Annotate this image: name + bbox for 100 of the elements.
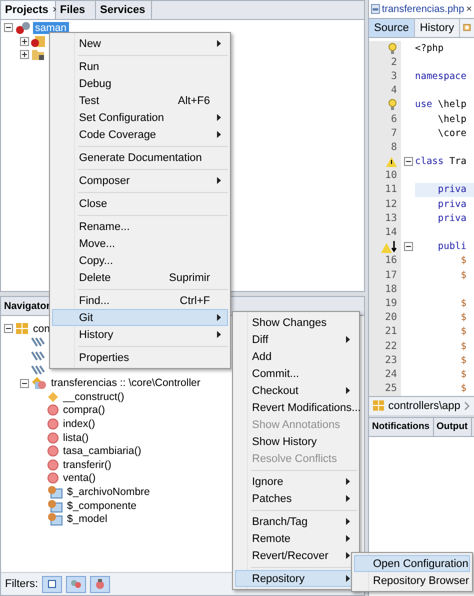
line-number: 12: [384, 198, 397, 210]
menu-item[interactable]: Composer: [52, 172, 228, 189]
circles-icon: [70, 579, 82, 589]
code-line: $: [460, 270, 466, 281]
code-line: $: [460, 312, 466, 324]
menu-item[interactable]: Debug: [52, 75, 228, 92]
menu-item[interactable]: Remote: [235, 530, 357, 547]
menu-item[interactable]: Diff: [235, 331, 357, 348]
namespace-icon: [373, 400, 384, 412]
php-file-icon: [371, 3, 380, 15]
tree-item[interactable]: $_componente: [65, 500, 138, 512]
menu-item[interactable]: Ignore: [235, 473, 357, 490]
menu-item[interactable]: Commit...: [235, 365, 357, 382]
line-number: 17: [384, 270, 397, 281]
folder-icon: [31, 48, 45, 62]
menu-item[interactable]: Git: [52, 309, 228, 326]
method-icon: [47, 445, 59, 458]
expand-icon[interactable]: [20, 36, 29, 46]
line-number: 11: [384, 184, 397, 196]
menu-item[interactable]: Patches: [235, 490, 357, 507]
menu-item[interactable]: Rename...: [52, 218, 228, 235]
line-number: 4: [390, 85, 397, 96]
line-number: 13: [384, 212, 397, 224]
menu-item[interactable]: Run: [52, 58, 228, 75]
tree-item[interactable]: lista(): [61, 432, 91, 444]
line-number: 22: [384, 340, 397, 352]
view-tab[interactable]: Source: [369, 19, 415, 37]
menu-item[interactable]: Generate Documentation: [52, 149, 228, 166]
menu-item[interactable]: Delete Suprimir: [52, 269, 228, 286]
fold-icon[interactable]: [404, 157, 412, 166]
panel-tab[interactable]: Files: [56, 1, 96, 19]
method-icon: [47, 404, 59, 416]
tree-item[interactable]: transferir(): [61, 458, 114, 471]
menu-item[interactable]: Properties: [52, 349, 228, 366]
code-line: $: [460, 340, 466, 352]
tree-item[interactable]: tasa_cambiaria(): [61, 445, 144, 458]
menu-item[interactable]: Add: [235, 348, 357, 365]
collapse-icon[interactable]: [4, 23, 13, 32]
constructor-icon: [47, 390, 59, 403]
namespace-icon: [15, 322, 29, 336]
line-number: 24: [384, 368, 397, 380]
menu-item[interactable]: Open Configuration: [354, 555, 470, 572]
menu-item[interactable]: Copy...: [52, 252, 228, 269]
tree-item[interactable]: __construct(): [61, 390, 126, 403]
history-toolbar-icon[interactable]: [463, 21, 471, 34]
tree-item[interactable]: index(): [61, 418, 98, 430]
editor-tab[interactable]: transferencias.php: [382, 4, 464, 14]
fold-icon[interactable]: [404, 242, 412, 252]
collapse-icon[interactable]: [20, 378, 29, 388]
filter-button[interactable]: [66, 576, 86, 592]
line-number: 2: [390, 56, 397, 68]
line-number: 10: [384, 170, 397, 182]
menu-item[interactable]: Set Configuration: [52, 109, 228, 126]
expand-icon[interactable]: [20, 50, 29, 60]
use-statement-icon: [31, 364, 45, 376]
menu-item[interactable]: Code Coverage: [52, 126, 228, 143]
code-line: priva: [436, 184, 466, 196]
tree-item[interactable]: transferencias :: \core\Controller: [49, 377, 202, 390]
lightbulb-icon: [388, 99, 397, 110]
code-line: class Tra: [415, 156, 466, 168]
panel-tab[interactable]: Output: [434, 418, 472, 436]
code-line: <?php: [415, 42, 444, 54]
menu-item[interactable]: Branch/Tag: [235, 513, 357, 530]
line-number: 18: [384, 284, 397, 295]
menu-item[interactable]: Show Changes: [235, 314, 357, 331]
warning-icon: [386, 156, 397, 167]
panel-tab[interactable]: Notifications: [369, 418, 434, 436]
lightbulb-icon: [388, 42, 397, 54]
filter-button[interactable]: [42, 576, 62, 592]
menu-item[interactable]: Repository Browser: [354, 572, 470, 589]
code-line: priva: [436, 212, 466, 224]
tree-item[interactable]: $_model: [65, 513, 110, 526]
code-line: priva: [436, 198, 466, 210]
method-icon: [47, 432, 59, 444]
close-icon[interactable]: ×: [466, 4, 472, 14]
code-line: $: [460, 354, 466, 366]
use-statement-icon: [31, 336, 45, 348]
menu-item[interactable]: Close: [52, 195, 228, 212]
method-icon: [47, 458, 59, 471]
collapse-icon[interactable]: [4, 324, 13, 334]
view-tab[interactable]: History: [414, 19, 460, 37]
menu-item[interactable]: History: [52, 326, 228, 343]
tree-item[interactable]: $_archivoNombre: [65, 486, 152, 498]
menu-item[interactable]: Show History: [235, 433, 357, 450]
code-line: \help: [436, 114, 466, 125]
tree-item[interactable]: venta(): [61, 472, 98, 484]
tree-item[interactable]: compra(): [61, 404, 108, 416]
class-icon: [31, 376, 47, 390]
code-line: $: [460, 326, 466, 338]
filter-button[interactable]: [90, 576, 110, 592]
line-number: 14: [384, 227, 397, 238]
property-icon: [47, 484, 63, 499]
menu-item[interactable]: Test Alt+F6: [52, 92, 228, 109]
menu-item[interactable]: Move...: [52, 235, 228, 252]
line-number: 7: [390, 128, 397, 139]
line-number: 3: [390, 70, 397, 82]
menu-item[interactable]: Checkout: [235, 382, 357, 399]
menu-item[interactable]: New: [52, 35, 228, 52]
use-statement-icon: [31, 350, 45, 362]
square-icon: [48, 580, 56, 588]
